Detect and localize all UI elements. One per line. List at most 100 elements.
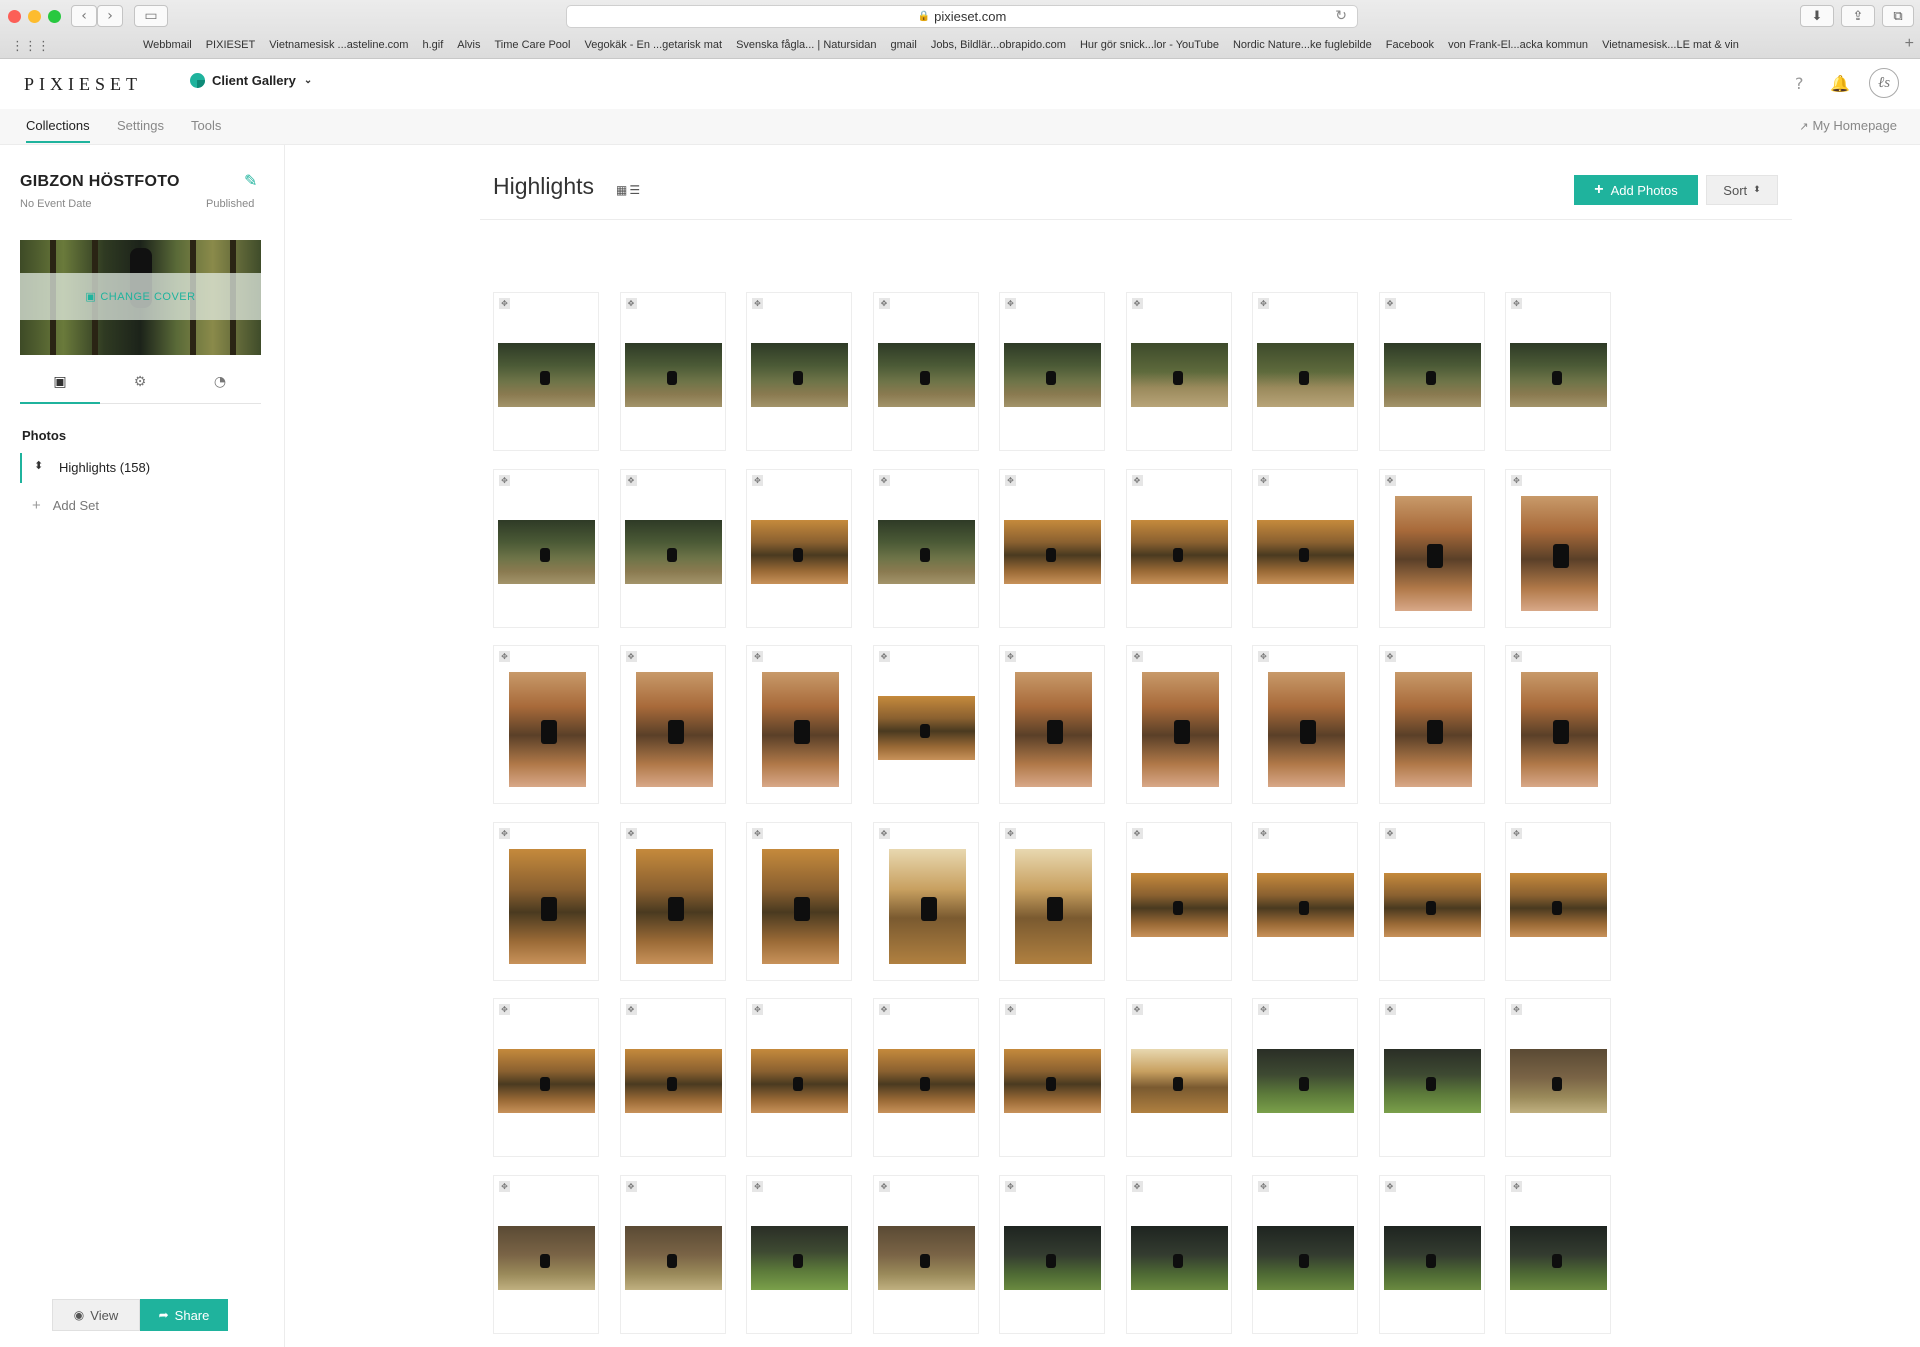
sidebar-toggle-button[interactable]: ▭ (134, 5, 168, 27)
photo-card[interactable]: ✥ (1252, 998, 1358, 1157)
photo-thumbnail[interactable] (1383, 1225, 1481, 1290)
photo-card[interactable]: ✥ (1252, 292, 1358, 451)
sort-handle-icon[interactable]: ⬍ (34, 459, 43, 472)
drag-handle-icon[interactable]: ✥ (1005, 298, 1016, 309)
photo-card[interactable]: ✥ (999, 645, 1105, 804)
share-button[interactable]: ➦ Share (140, 1299, 228, 1331)
bookmark-item[interactable]: Hur gör snick...lor - YouTube (1080, 39, 1219, 51)
photo-thumbnail[interactable] (498, 1225, 595, 1290)
photo-thumbnail[interactable] (498, 343, 595, 407)
drag-handle-icon[interactable]: ✥ (878, 1004, 890, 1015)
photo-thumbnail[interactable] (1130, 519, 1228, 584)
apps-grid-icon[interactable]: ⋮⋮⋮ (11, 39, 50, 54)
photo-card[interactable]: ✥ (493, 468, 599, 628)
close-window-button[interactable] (8, 10, 21, 23)
photo-card[interactable]: ✥ (619, 1174, 726, 1334)
drag-handle-icon[interactable]: ✥ (1511, 827, 1522, 839)
drag-handle-icon[interactable]: ✥ (1258, 827, 1269, 839)
bookmark-item[interactable]: Svenska fågla... | Natursidan (736, 39, 876, 51)
photo-thumbnail[interactable] (624, 1049, 722, 1113)
photo-thumbnail[interactable] (1510, 343, 1607, 407)
downloads-button[interactable]: ⬇ (1800, 5, 1834, 27)
photo-card[interactable]: ✥ (493, 292, 599, 451)
photo-card[interactable]: ✥ (1505, 292, 1611, 451)
edit-pencil-icon[interactable]: ✎ (244, 171, 257, 190)
photo-card[interactable]: ✥ (1505, 645, 1611, 804)
photo-card[interactable]: ✥ (1125, 1174, 1232, 1334)
bookmark-item[interactable]: Facebook (1386, 39, 1434, 51)
forward-button[interactable]: › (97, 5, 123, 27)
photo-thumbnail[interactable] (1257, 519, 1354, 584)
photo-card[interactable]: ✥ (872, 645, 979, 804)
back-button[interactable]: ‹ (71, 5, 97, 27)
photo-thumbnail[interactable] (498, 1049, 595, 1113)
photo-thumbnail[interactable] (1015, 672, 1092, 787)
settings-tab[interactable]: ⚙ (100, 374, 180, 404)
photo-card[interactable]: ✥ (619, 468, 726, 628)
photo-card[interactable]: ✥ (493, 821, 599, 981)
photo-card[interactable]: ✥ (1252, 468, 1358, 628)
photo-thumbnail[interactable] (624, 343, 722, 407)
share-page-button[interactable]: ⇪ (1841, 5, 1875, 27)
drag-handle-icon[interactable]: ✥ (1258, 651, 1269, 662)
drag-handle-icon[interactable]: ✥ (499, 827, 510, 839)
drag-handle-icon[interactable]: ✥ (1005, 651, 1016, 662)
drag-handle-icon[interactable]: ✥ (878, 827, 890, 839)
photo-card[interactable]: ✥ (746, 292, 852, 451)
photo-thumbnail[interactable] (751, 1225, 848, 1290)
photo-card[interactable]: ✥ (1125, 468, 1232, 628)
grid-view-icon[interactable]: ▦ (616, 183, 629, 197)
bookmark-item[interactable]: gmail (891, 39, 917, 51)
drag-handle-icon[interactable]: ✥ (1384, 827, 1396, 839)
drag-handle-icon[interactable]: ✥ (1131, 1004, 1143, 1015)
drag-handle-icon[interactable]: ✥ (1384, 1180, 1396, 1192)
drag-handle-icon[interactable]: ✥ (625, 1004, 637, 1015)
photo-card[interactable]: ✥ (619, 998, 726, 1157)
set-item-highlights[interactable]: ⬍ Highlights (158) (20, 453, 261, 483)
photo-thumbnail[interactable] (751, 519, 848, 584)
photo-thumbnail[interactable] (1015, 848, 1092, 964)
bookmark-item[interactable]: Vietnamesisk ...asteline.com (269, 39, 408, 51)
photo-card[interactable]: ✥ (493, 998, 599, 1157)
photo-thumbnail[interactable] (1510, 1225, 1607, 1290)
photo-card[interactable]: ✥ (1505, 1174, 1611, 1334)
photo-thumbnail[interactable] (1257, 1049, 1354, 1113)
photo-thumbnail[interactable] (1004, 1225, 1101, 1290)
bookmark-item[interactable]: Webbmail (143, 39, 192, 51)
bookmark-item[interactable]: Nordic Nature...ke fuglebilde (1233, 39, 1372, 51)
photo-thumbnail[interactable] (888, 848, 966, 964)
drag-handle-icon[interactable]: ✥ (499, 474, 510, 486)
bookmark-item[interactable]: PIXIESET (206, 39, 256, 51)
drag-handle-icon[interactable]: ✥ (1005, 474, 1016, 486)
list-view-icon[interactable]: ☰ (629, 183, 642, 197)
photo-card[interactable]: ✥ (999, 821, 1105, 981)
photo-thumbnail[interactable] (1383, 1049, 1481, 1113)
add-photos-button[interactable]: + Add Photos (1574, 175, 1698, 205)
photo-thumbnail[interactable] (877, 696, 975, 760)
view-button[interactable]: ◉ View (52, 1299, 140, 1331)
help-icon[interactable]: ? (1795, 74, 1804, 93)
photo-card[interactable]: ✥ (872, 998, 979, 1157)
drag-handle-icon[interactable]: ✥ (1384, 298, 1396, 309)
photo-thumbnail[interactable] (1510, 1049, 1607, 1113)
drag-handle-icon[interactable]: ✥ (752, 1004, 763, 1015)
photo-thumbnail[interactable] (1521, 495, 1598, 611)
photo-thumbnail[interactable] (1130, 872, 1228, 937)
drag-handle-icon[interactable]: ✥ (1511, 651, 1522, 662)
photo-thumbnail[interactable] (762, 848, 839, 964)
photo-card[interactable]: ✥ (1252, 821, 1358, 981)
drag-handle-icon[interactable]: ✥ (1258, 298, 1269, 309)
minimize-window-button[interactable] (28, 10, 41, 23)
bookmark-item[interactable]: Time Care Pool (494, 39, 570, 51)
photo-card[interactable]: ✥ (999, 1174, 1105, 1334)
photo-card[interactable]: ✥ (746, 821, 852, 981)
avatar[interactable]: ℓs (1869, 68, 1899, 98)
add-tab-icon[interactable]: + (1905, 35, 1914, 53)
photo-card[interactable]: ✥ (872, 292, 979, 451)
drag-handle-icon[interactable]: ✥ (1384, 651, 1396, 662)
photo-thumbnail[interactable] (1510, 872, 1607, 937)
drag-handle-icon[interactable]: ✥ (499, 1004, 510, 1015)
maximize-window-button[interactable] (48, 10, 61, 23)
drag-handle-icon[interactable]: ✥ (1511, 1004, 1522, 1015)
feed-tab[interactable]: ◔ (180, 374, 260, 404)
